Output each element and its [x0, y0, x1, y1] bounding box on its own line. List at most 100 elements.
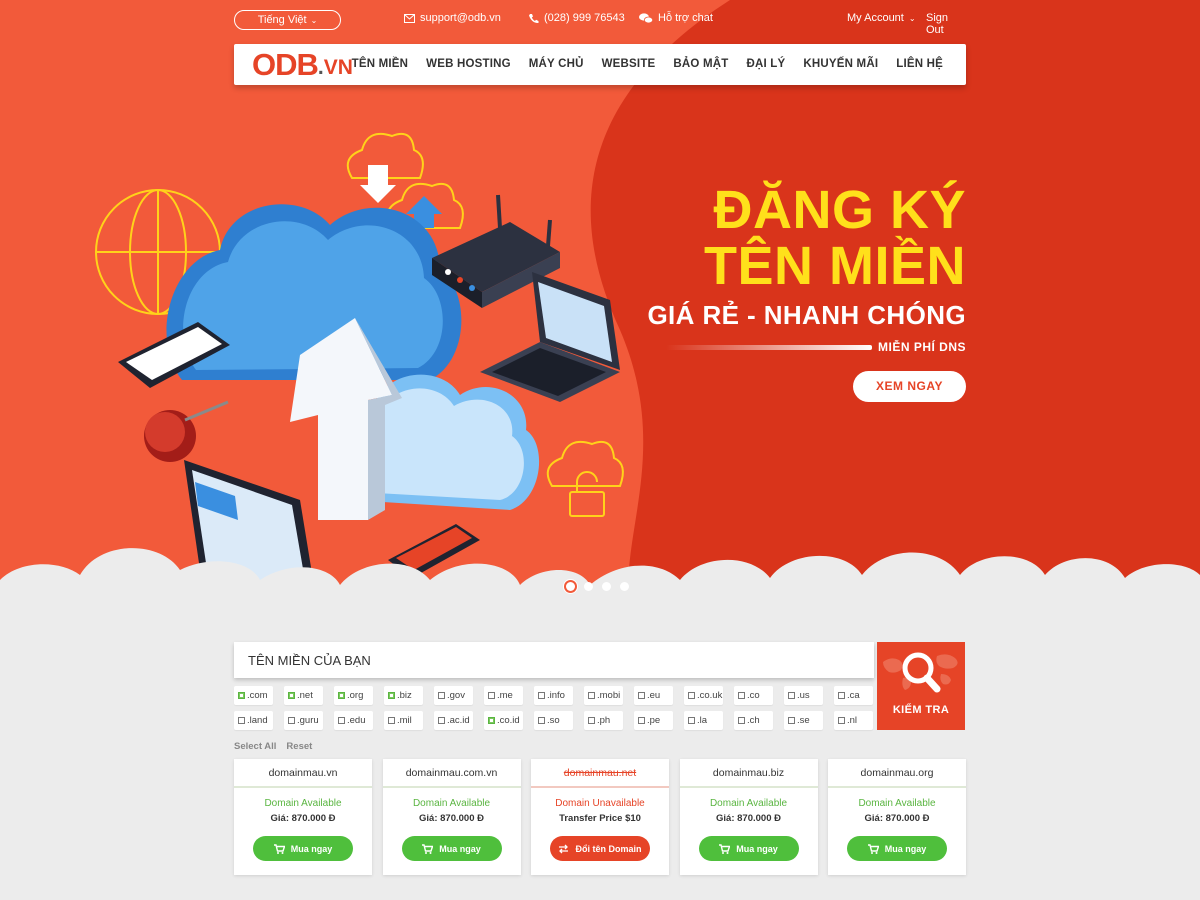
tld-option[interactable]: .biz — [384, 686, 423, 705]
nav-item-khuyen-mai[interactable]: KHUYẾN MÃI — [794, 44, 887, 85]
tld-checkbox[interactable] — [488, 692, 495, 699]
reset-link[interactable]: Reset — [286, 741, 312, 752]
main-navbar: ODB. VN TÊN MIỀN WEB HOSTING MÁY CHỦ WEBS… — [234, 44, 966, 85]
tld-option[interactable]: .ph — [584, 711, 623, 730]
nav-item-dai-ly[interactable]: ĐẠI LÝ — [737, 44, 794, 85]
sign-out-link[interactable]: Sign Out — [926, 12, 966, 36]
tld-option[interactable]: .us — [784, 686, 823, 705]
tld-checkbox[interactable] — [338, 717, 345, 724]
result-domain-name: domainmau.org — [828, 759, 966, 788]
tld-checkbox[interactable] — [488, 717, 495, 724]
nav-item-may-chu[interactable]: MÁY CHỦ — [520, 44, 593, 85]
tld-checkbox[interactable] — [538, 717, 545, 724]
tld-checkbox[interactable] — [788, 692, 795, 699]
tld-checkbox[interactable] — [838, 692, 845, 699]
tld-option[interactable]: .me — [484, 686, 523, 705]
tld-option[interactable]: .guru — [284, 711, 323, 730]
tld-option[interactable]: .la — [684, 711, 723, 730]
result-button-label: Mua ngay — [884, 843, 927, 854]
tld-checkbox[interactable] — [538, 692, 545, 699]
nav-item-website[interactable]: WEBSITE — [593, 44, 665, 85]
tld-option[interactable]: .edu — [334, 711, 373, 730]
buy-now-button[interactable]: Mua ngay — [698, 836, 799, 861]
tld-checkbox[interactable] — [238, 717, 245, 724]
change-domain-button[interactable]: Đổi tên Domain — [550, 836, 650, 861]
tld-checkbox[interactable] — [638, 692, 645, 699]
view-now-button[interactable]: XEM NGAY — [853, 371, 966, 402]
tld-option[interactable]: .co.uk — [684, 686, 723, 705]
cart-icon — [867, 843, 879, 854]
tld-checkbox[interactable] — [438, 717, 445, 724]
buy-now-button[interactable]: Mua ngay — [253, 836, 353, 861]
language-selector[interactable]: Tiếng Việt ⌄ — [234, 10, 341, 30]
tld-option[interactable]: .gov — [434, 686, 473, 705]
tld-checkbox[interactable] — [738, 717, 745, 724]
tld-option[interactable]: .se — [784, 711, 823, 730]
tld-label: .net — [297, 690, 313, 701]
check-domain-button[interactable]: KIỂM TRA — [877, 642, 965, 730]
tld-option[interactable]: .org — [334, 686, 373, 705]
result-status: Domain Available — [858, 798, 936, 809]
tld-checkbox[interactable] — [688, 692, 695, 699]
result-price: Giá: 870.000 Đ — [716, 813, 781, 824]
tld-option[interactable]: .net — [284, 686, 323, 705]
tld-checkbox[interactable] — [638, 717, 645, 724]
cloud-divider — [0, 548, 1200, 640]
odb-logo[interactable]: ODB. VN — [252, 49, 353, 80]
tld-checkbox[interactable] — [788, 717, 795, 724]
tld-checkbox[interactable] — [738, 692, 745, 699]
transfer-icon — [559, 844, 569, 853]
tld-checkbox[interactable] — [688, 717, 695, 724]
tld-label: .info — [547, 690, 565, 701]
nav-item-ten-mien[interactable]: TÊN MIỀN — [343, 44, 418, 85]
tld-option[interactable]: .com — [234, 686, 273, 705]
tld-option[interactable]: .land — [234, 711, 273, 730]
support-email-link[interactable]: support@odb.vn — [404, 12, 501, 24]
tld-checkbox[interactable] — [438, 692, 445, 699]
tld-option[interactable]: .ch — [734, 711, 773, 730]
slider-dot-4[interactable] — [620, 582, 629, 591]
my-account-menu[interactable]: My Account ⌄ — [847, 12, 916, 24]
tld-option[interactable]: .co — [734, 686, 773, 705]
tld-checkbox[interactable] — [588, 692, 595, 699]
domain-search-input[interactable] — [234, 642, 874, 678]
buy-now-button[interactable]: Mua ngay — [847, 836, 947, 861]
slider-dot-2[interactable] — [584, 582, 593, 591]
tld-option[interactable]: .mil — [384, 711, 423, 730]
nav-item-bao-mat[interactable]: BẢO MẬT — [664, 44, 737, 85]
cart-icon — [273, 843, 285, 854]
tld-checkbox[interactable] — [288, 692, 295, 699]
tld-checkbox[interactable] — [838, 717, 845, 724]
tld-option[interactable]: .ca — [834, 686, 873, 705]
slider-dot-1[interactable] — [566, 582, 575, 591]
tld-option[interactable]: .pe — [634, 711, 673, 730]
hotline-link[interactable]: (028) 999 76543 — [528, 12, 625, 24]
nav-item-web-hosting[interactable]: WEB HOSTING — [417, 44, 520, 85]
tld-option[interactable]: .so — [534, 711, 573, 730]
result-button-label: Đổi tên Domain — [575, 843, 642, 854]
tld-option[interactable]: .co.id — [484, 711, 523, 730]
tld-label: .ph — [597, 715, 611, 726]
slider-dot-3[interactable] — [602, 582, 611, 591]
tld-checkbox[interactable] — [338, 692, 345, 699]
tld-label: .mil — [397, 715, 412, 726]
tld-option[interactable]: .info — [534, 686, 573, 705]
nav-item-lien-he[interactable]: LIÊN HỆ — [887, 44, 952, 85]
tld-label: .me — [497, 690, 513, 701]
tld-option[interactable]: .eu — [634, 686, 673, 705]
result-status: Domain Unavailable — [555, 798, 645, 809]
buy-now-button[interactable]: Mua ngay — [401, 836, 502, 861]
chat-support-link[interactable]: Hỗ trợ chat — [639, 12, 713, 24]
tld-label: .se — [797, 715, 810, 726]
tld-checkbox[interactable] — [588, 717, 595, 724]
cart-icon — [422, 843, 434, 854]
tld-option[interactable]: .mobi — [584, 686, 623, 705]
tld-checkbox[interactable] — [288, 717, 295, 724]
tld-checkbox[interactable] — [388, 717, 395, 724]
tld-option[interactable]: .ac.id — [434, 711, 473, 730]
tld-checkbox[interactable] — [238, 692, 245, 699]
envelope-icon — [404, 13, 415, 23]
select-all-link[interactable]: Select All — [234, 741, 276, 752]
tld-option[interactable]: .nl — [834, 711, 873, 730]
tld-checkbox[interactable] — [388, 692, 395, 699]
